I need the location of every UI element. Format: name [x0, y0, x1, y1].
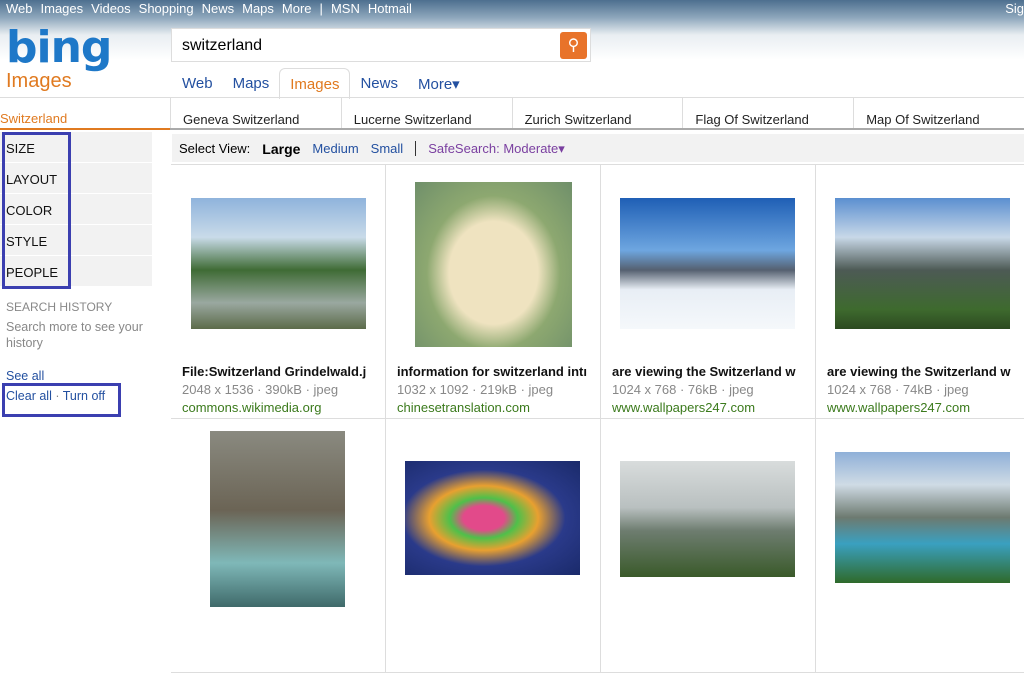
- bing-logo[interactable]: bing: [6, 22, 112, 73]
- search-input[interactable]: [172, 29, 552, 63]
- search-icon: ⚲: [567, 37, 580, 54]
- search-history-text: history: [6, 336, 43, 350]
- tab-maps[interactable]: Maps: [223, 68, 280, 99]
- top-nav: Web Images Videos Shopping News Maps Mor…: [6, 1, 412, 16]
- result-source[interactable]: www.wallpapers247.com: [827, 399, 1024, 417]
- result-meta: 1032 x 1092 · 219kB · jpeg: [397, 382, 554, 397]
- tab-web[interactable]: Web: [172, 68, 223, 99]
- vertical-title: Images: [6, 70, 72, 92]
- image-thumbnail[interactable]: [835, 198, 1010, 329]
- top-link-images[interactable]: Images: [41, 1, 84, 16]
- top-link-hotmail[interactable]: Hotmail: [368, 1, 412, 16]
- tab-images[interactable]: Images: [279, 68, 351, 99]
- result-source[interactable]: commons.wikimedia.org: [182, 399, 382, 417]
- search-box: ⚲: [171, 28, 591, 63]
- view-large[interactable]: Large: [262, 141, 300, 162]
- related-search[interactable]: Zurich Switzerland: [511, 98, 683, 128]
- image-thumbnail[interactable]: [191, 198, 366, 329]
- safesearch-dropdown[interactable]: SafeSearch: Moderate▾: [428, 141, 565, 162]
- top-link-more[interactable]: More: [282, 1, 312, 16]
- search-history-title: SEARCH HISTORY: [6, 300, 113, 314]
- search-history-text: Search more to see your: [6, 320, 143, 334]
- result-title[interactable]: are viewing the Switzerland w: [612, 363, 812, 381]
- image-result[interactable]: information for switzerland intı 1032 x 1…: [386, 165, 601, 419]
- result-source[interactable]: chinesetranslation.com: [397, 399, 597, 417]
- result-title[interactable]: File:Switzerland Grindelwald.j: [182, 363, 382, 381]
- breadcrumb: Switzerland: [0, 98, 170, 130]
- top-link-news[interactable]: News: [202, 1, 235, 16]
- tab-more[interactable]: More▾: [408, 68, 470, 99]
- top-link-maps[interactable]: Maps: [242, 1, 274, 16]
- related-search[interactable]: Flag Of Switzerland: [682, 98, 853, 128]
- top-link-videos[interactable]: Videos: [91, 1, 131, 16]
- image-thumbnail[interactable]: [210, 431, 345, 607]
- top-link-shopping[interactable]: Shopping: [139, 1, 194, 16]
- see-all-link[interactable]: See all: [6, 369, 44, 383]
- vertical-tabs: Web Maps Images News More▾: [172, 68, 470, 99]
- result-meta: 1024 x 768 · 74kB · jpeg: [827, 382, 969, 397]
- related-search[interactable]: Lucerne Switzerland: [340, 98, 512, 128]
- image-result[interactable]: [816, 419, 1024, 673]
- result-meta: 1024 x 768 · 76kB · jpeg: [612, 382, 754, 397]
- view-medium[interactable]: Medium: [312, 141, 358, 162]
- related-search[interactable]: Geneva Switzerland: [170, 98, 341, 128]
- sign-in-link[interactable]: Sig: [1005, 1, 1024, 16]
- image-result[interactable]: [171, 419, 386, 673]
- image-result[interactable]: are viewing the Switzerland w 1024 x 768 …: [816, 165, 1024, 419]
- highlight-box: [2, 383, 121, 417]
- image-results: File:Switzerland Grindelwald.j 2048 x 153…: [171, 164, 1024, 673]
- result-meta: 2048 x 1536 · 390kB · jpeg: [182, 382, 339, 397]
- highlight-box: [2, 132, 71, 289]
- tab-news[interactable]: News: [350, 68, 408, 99]
- select-view-label: Select View:: [179, 141, 251, 156]
- image-result[interactable]: [601, 419, 816, 673]
- image-thumbnail[interactable]: [835, 452, 1010, 583]
- image-result[interactable]: [386, 419, 601, 673]
- image-thumbnail[interactable]: [620, 198, 795, 329]
- top-link-web[interactable]: Web: [6, 1, 33, 16]
- image-thumbnail[interactable]: [620, 461, 795, 577]
- view-bar: Select View: Large Medium Small SafeSear…: [172, 134, 1024, 162]
- search-button[interactable]: ⚲: [560, 32, 587, 59]
- top-link-msn[interactable]: MSN: [331, 1, 360, 16]
- result-title[interactable]: are viewing the Switzerland w: [827, 363, 1024, 381]
- result-source[interactable]: www.wallpapers247.com: [612, 399, 812, 417]
- separator: |: [319, 1, 323, 16]
- image-result[interactable]: File:Switzerland Grindelwald.j 2048 x 153…: [171, 165, 386, 419]
- related-search[interactable]: Map Of Switzerland: [853, 98, 1024, 128]
- result-title[interactable]: information for switzerland intı: [397, 363, 597, 381]
- view-small[interactable]: Small: [371, 141, 404, 162]
- image-result[interactable]: are viewing the Switzerland w 1024 x 768 …: [601, 165, 816, 419]
- image-thumbnail[interactable]: [405, 461, 580, 575]
- related-searches: Geneva Switzerland Lucerne Switzerland Z…: [170, 98, 1024, 130]
- image-thumbnail[interactable]: [415, 182, 572, 347]
